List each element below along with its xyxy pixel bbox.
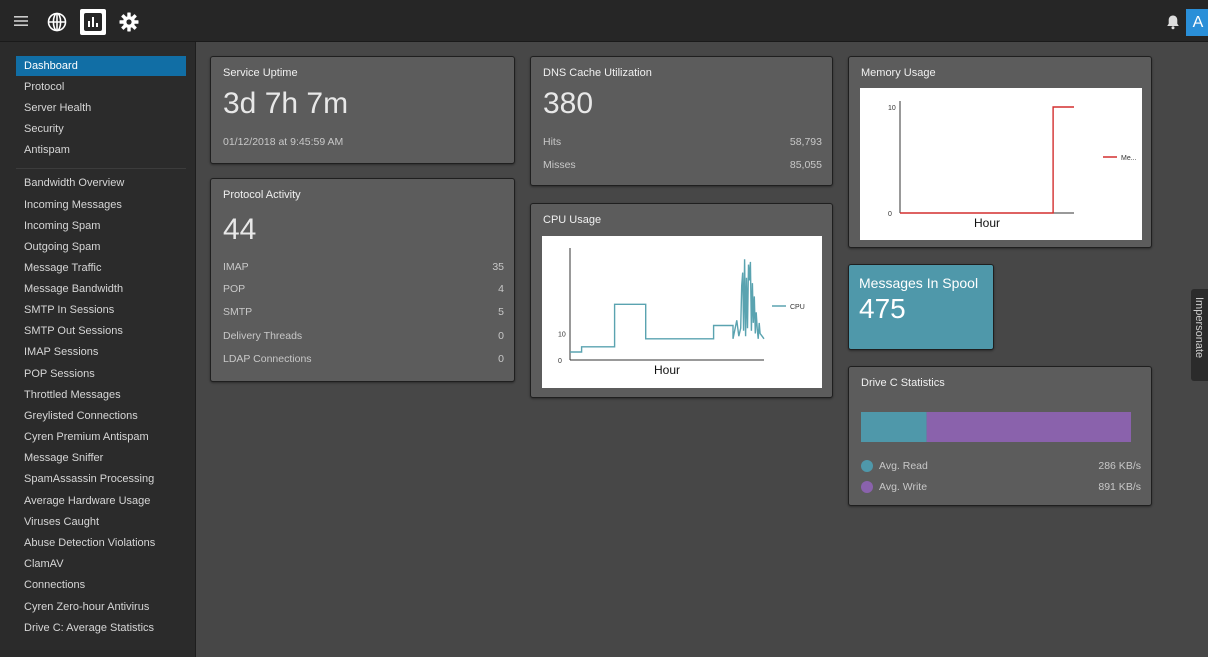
sidebar-item-dashboard[interactable]: Dashboard (16, 56, 186, 76)
menu-icon[interactable] (8, 8, 34, 34)
bell-icon[interactable] (1160, 9, 1186, 35)
row-label: SMTP (223, 306, 253, 318)
avatar[interactable]: A (1186, 9, 1208, 36)
sidebar-item-outgoing-spam[interactable]: Outgoing Spam (16, 237, 186, 257)
row-label: IMAP (223, 261, 249, 273)
series-line (570, 259, 765, 353)
sidebar-item-drive-c-average-statistics[interactable]: Drive C: Average Statistics (16, 618, 186, 638)
legend-label: Me... (1121, 155, 1137, 162)
service-uptime-card: Service Uptime 3d 7h 7m 01/12/2018 at 9:… (210, 56, 515, 164)
sidebar-divider (16, 168, 186, 169)
sidebar-item-cyren-premium-antispam[interactable]: Cyren Premium Antispam (16, 427, 186, 447)
row-label: Hits (543, 136, 562, 148)
card-title: Service Uptime (223, 67, 298, 79)
row-label: LDAP Connections (223, 353, 312, 365)
row-value: 0 (498, 330, 504, 342)
uptime-since: 01/12/2018 at 9:45:59 AM (223, 136, 344, 148)
dns-total: 380 (543, 87, 594, 120)
row-value: 85,055 (789, 159, 822, 171)
sidebar-item-antispam[interactable]: Antispam (16, 140, 186, 160)
spool-value: 475 (859, 293, 906, 324)
dns-cache-card: DNS Cache Utilization 380 Hits 58,793 Mi… (530, 56, 833, 186)
gear-icon[interactable] (116, 9, 142, 35)
sidebar-item-bandwidth-overview[interactable]: Bandwidth Overview (16, 173, 186, 193)
row-value: 0 (498, 353, 504, 365)
card-title: DNS Cache Utilization (543, 67, 652, 79)
sidebar-item-smtp-in-sessions[interactable]: SMTP In Sessions (16, 300, 186, 320)
messages-in-spool-card: Messages In Spool 475 (848, 264, 994, 350)
drive-c-statistics-card: Drive C Statistics Avg. Read 286 KB/s Av… (848, 366, 1152, 506)
row-label: POP (223, 283, 246, 295)
impersonate-tab[interactable]: Impersonate (1191, 289, 1208, 381)
sidebar-item-smtp-out-sessions[interactable]: SMTP Out Sessions (16, 321, 186, 341)
card-title: Memory Usage (861, 67, 936, 79)
sidebar-item-message-bandwidth[interactable]: Message Bandwidth (16, 279, 186, 299)
row-value: 35 (492, 261, 504, 273)
row-label: Avg. Write (879, 481, 928, 493)
sidebar-item-cyren-zero-hour-antivirus[interactable]: Cyren Zero-hour Antivirus (16, 597, 186, 617)
y-tick-label: 10 (558, 332, 566, 339)
protocol-total: 44 (223, 213, 257, 246)
row-value: 58,793 (789, 136, 822, 148)
uptime-value: 3d 7h 7m (223, 87, 349, 120)
legend-label: CPU (790, 304, 805, 311)
row-value: 891 KB/s (1098, 481, 1141, 493)
cpu-usage-card: CPU Usage 0 10 Hour CPU (530, 203, 833, 398)
x-axis-label: Hour (654, 363, 680, 377)
sidebar-item-average-hardware-usage[interactable]: Average Hardware Usage (16, 491, 186, 511)
sidebar-item-greylisted-connections[interactable]: Greylisted Connections (16, 406, 186, 426)
card-title: Messages In Spool (859, 275, 979, 291)
sidebar: Dashboard Protocol Server Health Security An… (0, 42, 196, 657)
card-title: Protocol Activity (223, 189, 301, 201)
x-axis-label: Hour (974, 216, 1000, 230)
row-value: 5 (498, 306, 504, 318)
cpu-chart: 0 10 Hour CPU (542, 236, 822, 388)
memory-chart: 0 10 Hour Me... (860, 88, 1142, 240)
protocol-activity-card: Protocol Activity 44 IMAP 35 POP 4 SMTP … (210, 178, 515, 382)
top-bar: A (0, 0, 1208, 42)
y-tick-label: 0 (558, 358, 562, 365)
write-legend-dot (861, 481, 873, 493)
sidebar-item-imap-sessions[interactable]: IMAP Sessions (16, 342, 186, 362)
sidebar-item-server-health[interactable]: Server Health (16, 98, 186, 118)
memory-chart-svg: 0 10 Hour Me... (888, 101, 1137, 230)
row-label: Misses (543, 159, 576, 171)
row-value: 4 (498, 283, 504, 295)
row-label: Delivery Threads (223, 330, 303, 342)
sidebar-item-incoming-spam[interactable]: Incoming Spam (16, 216, 186, 236)
sidebar-item-clamav[interactable]: ClamAV (16, 554, 186, 574)
sidebar-item-incoming-messages[interactable]: Incoming Messages (16, 195, 186, 215)
sidebar-item-pop-sessions[interactable]: POP Sessions (16, 364, 186, 384)
series-line (900, 106, 1074, 214)
impersonate-label: Impersonate (1193, 297, 1205, 359)
row-label: Avg. Read (879, 460, 928, 472)
drive-bar-read (861, 412, 927, 442)
card-title: CPU Usage (543, 214, 602, 226)
read-legend-dot (861, 460, 873, 472)
drive-bar-write (926, 412, 1131, 442)
bar-chart-icon[interactable] (80, 9, 106, 35)
sidebar-item-message-sniffer[interactable]: Message Sniffer (16, 448, 186, 468)
cpu-chart-svg: 0 10 Hour CPU (558, 248, 805, 377)
sidebar-item-throttled-messages[interactable]: Throttled Messages (16, 385, 186, 405)
y-tick-label: 0 (888, 211, 892, 218)
card-title: Drive C Statistics (861, 377, 945, 389)
sidebar-item-viruses-caught[interactable]: Viruses Caught (16, 512, 186, 532)
memory-usage-card: Memory Usage 0 10 Hour Me... (848, 56, 1152, 248)
drive-bar-chart (861, 412, 1131, 442)
sidebar-item-spamassassin-processing[interactable]: SpamAssassin Processing (16, 469, 186, 489)
sidebar-item-abuse-detection-violations[interactable]: Abuse Detection Violations (16, 533, 186, 553)
sidebar-item-security[interactable]: Security (16, 119, 186, 139)
sidebar-item-connections[interactable]: Connections (16, 575, 186, 595)
y-tick-label: 10 (888, 105, 896, 112)
sidebar-item-message-traffic[interactable]: Message Traffic (16, 258, 186, 278)
row-value: 286 KB/s (1098, 460, 1141, 472)
sidebar-item-protocol[interactable]: Protocol (16, 77, 186, 97)
globe-icon[interactable] (44, 9, 70, 35)
